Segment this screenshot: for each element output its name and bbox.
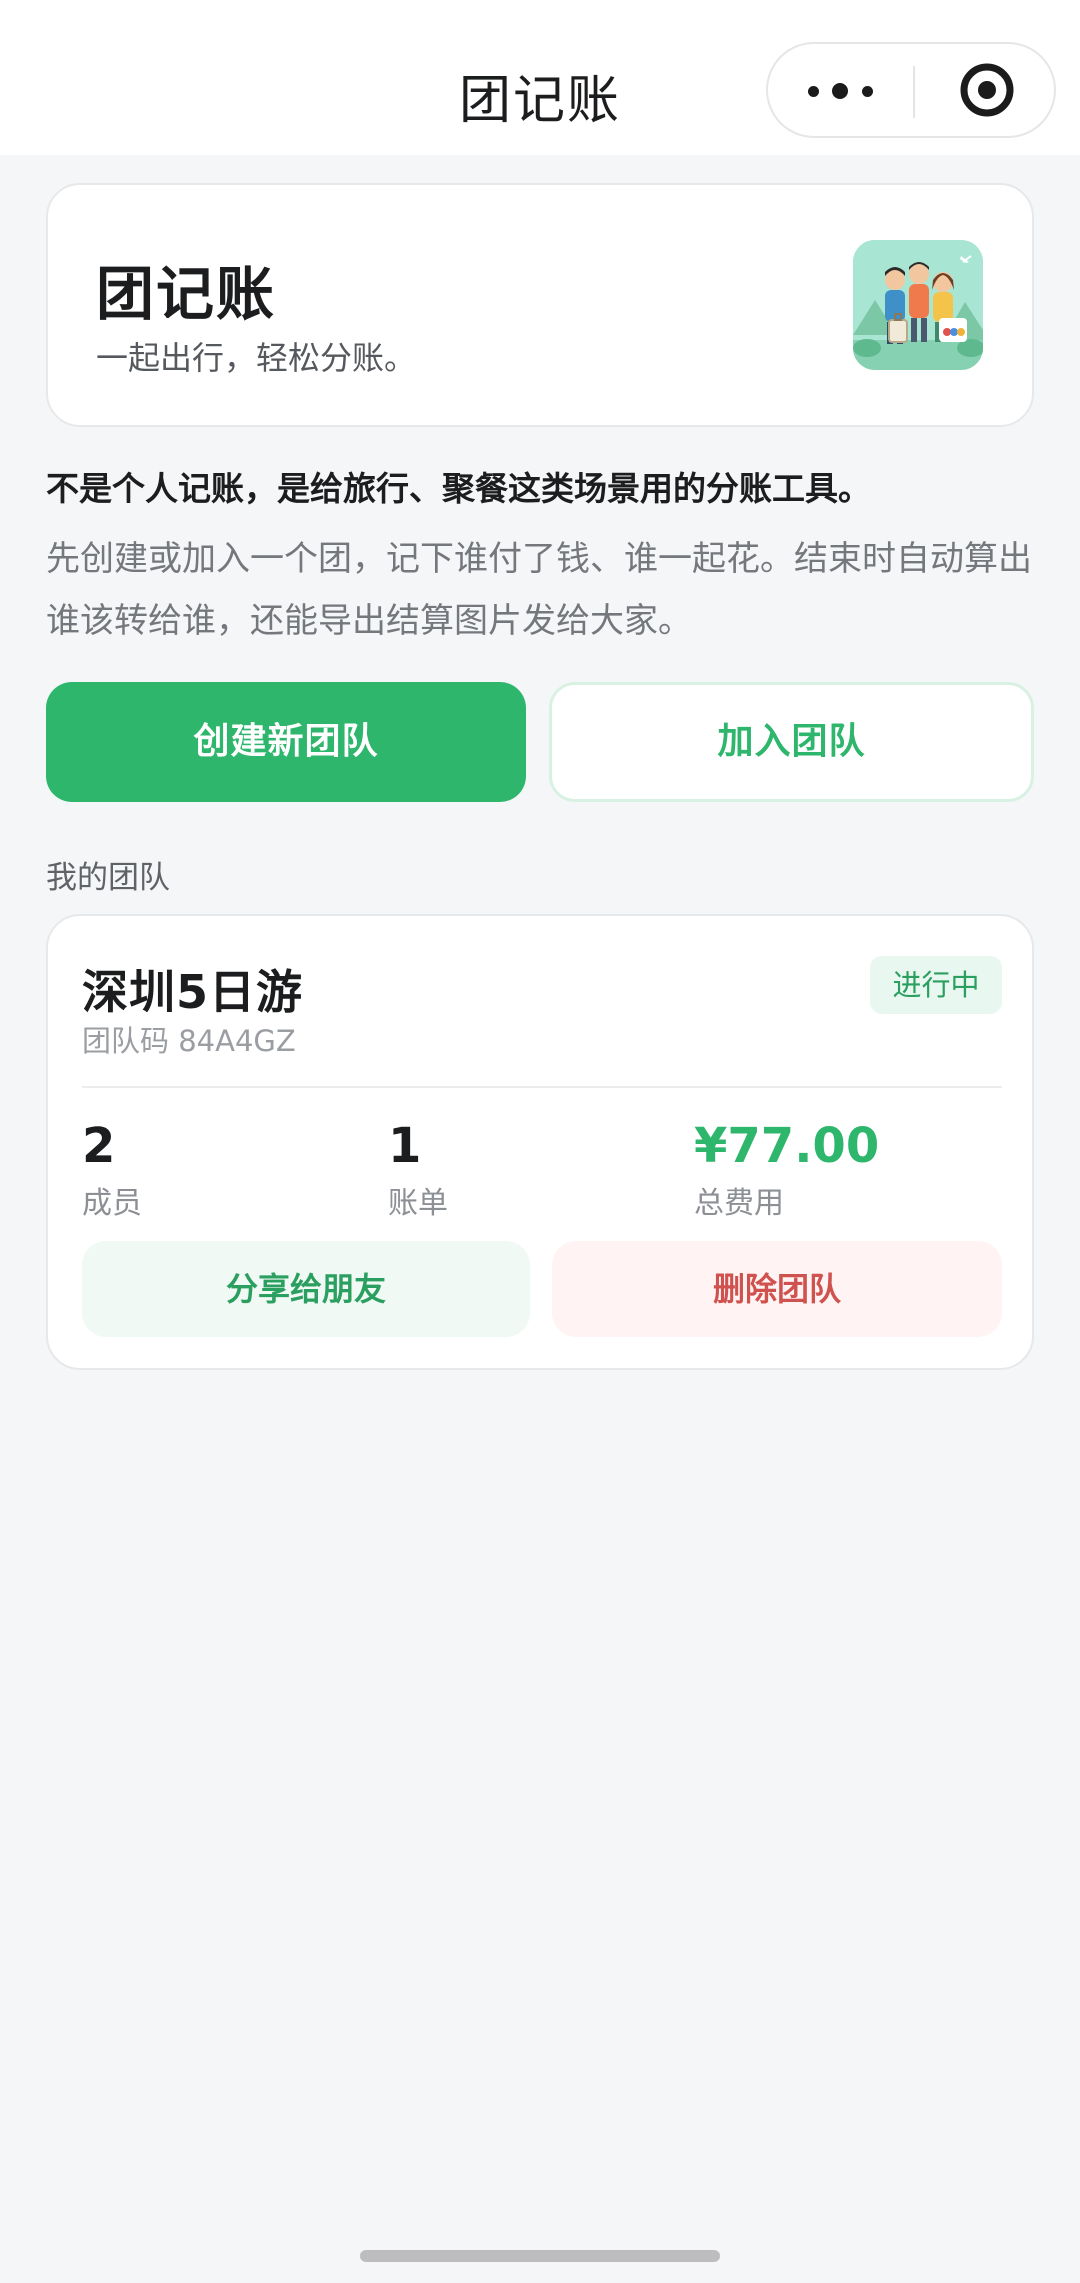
home-indicator bbox=[360, 2250, 720, 2262]
total-stat: ¥77.00 总费用 bbox=[694, 1116, 879, 1222]
hero-subtitle: 一起出行，轻松分账。 bbox=[96, 339, 417, 377]
team-code: 团队码 84A4GZ bbox=[82, 1024, 296, 1058]
more-dots-icon[interactable] bbox=[768, 44, 913, 136]
status-badge: 进行中 bbox=[870, 956, 1002, 1014]
bills-label: 账单 bbox=[388, 1186, 448, 1221]
my-teams-heading: 我的团队 bbox=[46, 860, 170, 896]
team-card[interactable]: 深圳5日游 团队码 84A4GZ 进行中 2 成员 1 账单 ¥77.00 总费… bbox=[46, 914, 1034, 1370]
bills-stat: 1 账单 bbox=[388, 1116, 448, 1222]
hero-title: 团记账 bbox=[96, 260, 277, 328]
hero-card: 团记账 一起出行，轻松分账。 bbox=[46, 183, 1034, 427]
card-divider bbox=[82, 1086, 1002, 1088]
delete-team-button[interactable]: 删除团队 bbox=[552, 1241, 1002, 1337]
team-name: 深圳5日游 bbox=[82, 965, 304, 1019]
total-label: 总费用 bbox=[694, 1186, 784, 1221]
members-label: 成员 bbox=[82, 1186, 142, 1221]
members-stat: 2 成员 bbox=[82, 1116, 142, 1222]
intro-headline: 不是个人记账，是给旅行、聚餐这类场景用的分账工具。 bbox=[46, 469, 871, 508]
members-count: 2 bbox=[82, 1118, 116, 1174]
travel-group-illustration-icon bbox=[853, 240, 983, 370]
target-circle-icon[interactable] bbox=[915, 44, 1056, 136]
create-team-button[interactable]: 创建新团队 bbox=[46, 682, 526, 802]
top-navbar: 团记账 bbox=[0, 0, 1080, 155]
join-team-button[interactable]: 加入团队 bbox=[549, 682, 1034, 802]
bills-count: 1 bbox=[388, 1118, 422, 1174]
share-button[interactable]: 分享给朋友 bbox=[82, 1241, 530, 1337]
intro-description: 先创建或加入一个团，记下谁付了钱、谁一起花。结束时自动算出谁该转给谁，还能导出结… bbox=[46, 539, 1032, 641]
mini-program-capsule bbox=[766, 42, 1056, 138]
total-amount: ¥77.00 bbox=[694, 1118, 880, 1174]
